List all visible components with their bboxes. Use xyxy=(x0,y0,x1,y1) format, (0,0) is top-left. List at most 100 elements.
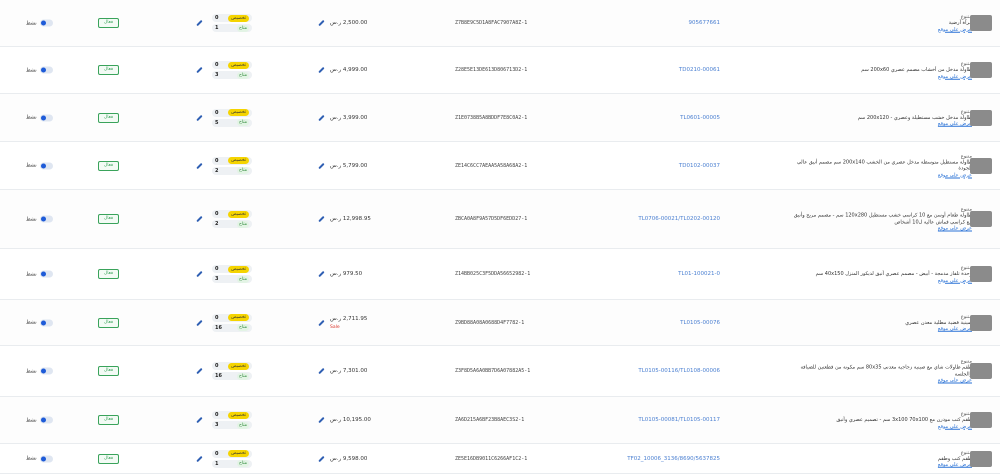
product-link[interactable]: عرض على موقع xyxy=(787,172,972,178)
available-pill[interactable]: متاح xyxy=(236,119,249,126)
available-pill[interactable]: متاح xyxy=(236,167,249,174)
table-row: متنوع طاولة مستطيل متوسطة مدخل عصري من ا… xyxy=(0,142,1000,190)
edit-price-icon[interactable] xyxy=(318,114,326,122)
reserve-pill[interactable]: تخصيص xyxy=(228,411,249,419)
active-toggle[interactable] xyxy=(39,367,53,375)
status-badge: فعال xyxy=(98,366,119,376)
active-toggle-group[interactable]: نشط xyxy=(26,367,53,375)
edit-stock-icon[interactable] xyxy=(196,66,204,74)
active-toggle[interactable] xyxy=(39,319,53,326)
available-count: 3 xyxy=(215,276,219,282)
price-value: 979.50 ر.س xyxy=(330,271,363,277)
edit-stock-icon[interactable] xyxy=(196,162,204,170)
reserve-pill[interactable]: تخصيص xyxy=(228,314,249,321)
active-toggle-group[interactable]: نشط xyxy=(26,114,53,121)
stock-box: 0 تخصيص 1 متاح xyxy=(212,448,252,470)
active-toggle[interactable] xyxy=(39,416,53,424)
product-thumbnail xyxy=(970,109,992,126)
available-pill[interactable]: متاح xyxy=(236,71,249,79)
product-cell: متنوع طقم كنب مودرن مع 3x100 70x100 سم -… xyxy=(787,411,972,430)
product-link[interactable]: عرض على موقع xyxy=(787,73,972,79)
active-toggle[interactable] xyxy=(39,19,53,27)
edit-stock-icon[interactable] xyxy=(196,215,204,223)
active-toggle-group[interactable]: نشط xyxy=(26,215,53,223)
active-toggle[interactable] xyxy=(39,66,53,74)
product-price: 979.50 ر.س xyxy=(330,271,380,277)
reserve-pill[interactable]: تخصيص xyxy=(228,450,249,457)
active-toggle[interactable] xyxy=(39,270,53,278)
status-badge: فعال xyxy=(98,18,119,28)
edit-stock-icon[interactable] xyxy=(196,416,204,424)
product-thumbnail xyxy=(970,157,992,174)
available-pill[interactable]: متاح xyxy=(236,24,249,32)
edit-price-icon[interactable] xyxy=(318,215,326,223)
reserve-pill[interactable]: تخصيص xyxy=(228,210,249,218)
available-pill[interactable]: متاح xyxy=(236,421,249,429)
reserve-count: 0 xyxy=(215,412,219,418)
active-toggle-group[interactable]: نشط xyxy=(26,319,53,326)
product-link[interactable]: عرض على موقع xyxy=(787,277,972,283)
toggle-label: نشط xyxy=(26,455,37,462)
reserve-pill[interactable]: تخصيص xyxy=(228,362,249,370)
available-pill[interactable]: متاح xyxy=(236,275,249,283)
edit-price-icon[interactable] xyxy=(318,367,326,375)
price-value: 2,500.00 ر.س xyxy=(330,20,368,26)
edit-price-icon[interactable] xyxy=(318,162,326,170)
reserve-pill[interactable]: تخصيص xyxy=(228,14,249,22)
edit-stock-icon[interactable] xyxy=(196,455,204,463)
active-toggle[interactable] xyxy=(39,114,53,121)
edit-price-icon[interactable] xyxy=(318,19,326,27)
toggle-knob xyxy=(40,216,46,222)
status-badge: فعال xyxy=(98,317,119,328)
available-pill[interactable]: متاح xyxy=(236,324,249,331)
product-link[interactable]: عرض على موقع xyxy=(787,378,972,384)
reserve-pill[interactable]: تخصيص xyxy=(228,265,249,273)
toggle-label: نشط xyxy=(26,271,37,277)
available-pill[interactable]: متاح xyxy=(236,220,249,228)
product-link[interactable]: عرض على موقع xyxy=(787,121,972,127)
active-toggle-group[interactable]: نشط xyxy=(26,66,53,74)
stock-box: 0 تخصيص 2 متاح xyxy=(212,208,252,230)
active-toggle-group[interactable]: نشط xyxy=(26,416,53,424)
active-toggle-group[interactable]: نشط xyxy=(26,270,53,278)
edit-price-icon[interactable] xyxy=(318,416,326,424)
product-link[interactable]: عرض على موقع xyxy=(787,326,972,332)
product-price: 4,999.00 ر.س xyxy=(330,67,380,73)
reserve-row: 0 تخصيص xyxy=(212,156,252,165)
product-link[interactable]: عرض على موقع xyxy=(787,462,972,468)
active-toggle[interactable] xyxy=(39,455,53,462)
reserve-pill[interactable]: تخصيص xyxy=(228,109,249,116)
edit-price-icon[interactable] xyxy=(318,319,326,327)
edit-stock-icon[interactable] xyxy=(196,270,204,278)
edit-stock-icon[interactable] xyxy=(196,367,204,375)
status-badge: فعال xyxy=(98,453,119,464)
product-thumbnail xyxy=(970,15,992,31)
table-row: متنوع صينية فضية مطلية معدن عصري عرض على… xyxy=(0,300,1000,346)
available-count: 16 xyxy=(215,373,222,379)
edit-price-icon[interactable] xyxy=(318,270,326,278)
toggle-knob xyxy=(40,271,46,277)
available-pill[interactable]: متاح xyxy=(236,372,249,380)
active-toggle-group[interactable]: نشط xyxy=(26,19,53,27)
product-link[interactable]: عرض على موقع xyxy=(787,423,972,429)
available-row: 16 متاح xyxy=(212,323,252,332)
toggle-knob xyxy=(40,67,46,73)
reserve-pill[interactable]: تخصيص xyxy=(228,61,249,69)
toggle-label: نشط xyxy=(26,319,37,326)
edit-stock-icon[interactable] xyxy=(196,319,204,327)
product-link[interactable]: عرض على موقع xyxy=(787,26,972,32)
available-row: 3 متاح xyxy=(212,421,252,429)
edit-price-icon[interactable] xyxy=(318,455,326,463)
active-toggle-group[interactable]: نشط xyxy=(26,455,53,462)
active-toggle[interactable] xyxy=(39,162,53,169)
active-toggle[interactable] xyxy=(39,215,53,223)
reserve-count: 0 xyxy=(215,157,219,164)
reserve-pill[interactable]: تخصيص xyxy=(228,157,249,164)
edit-stock-icon[interactable] xyxy=(196,19,204,27)
active-toggle-group[interactable]: نشط xyxy=(26,162,53,169)
edit-price-icon[interactable] xyxy=(318,66,326,74)
reserve-row: 0 تخصيص xyxy=(212,411,252,419)
product-link[interactable]: عرض على موقع xyxy=(787,226,972,232)
edit-stock-icon[interactable] xyxy=(196,114,204,122)
product-thumbnail xyxy=(970,314,992,331)
